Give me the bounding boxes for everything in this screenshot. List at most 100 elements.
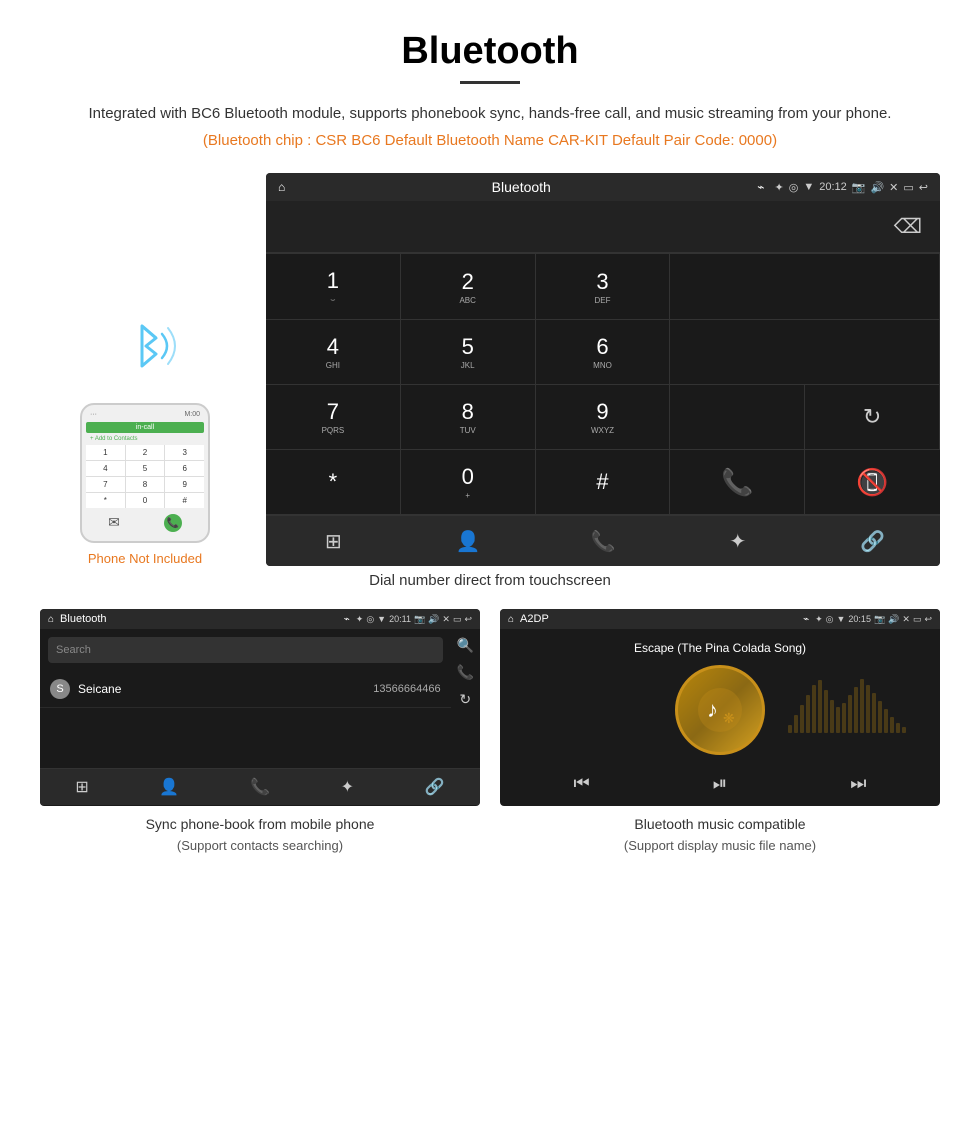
screen-title: Bluetooth — [295, 179, 747, 195]
pb-x-icon: ✕ — [442, 614, 450, 625]
pb-usb-icon: ⌁ — [344, 614, 350, 625]
screen-top-bar: ⌂ Bluetooth ⌁ ✦ ◎ ▼ 20:12 📷 🔊 ✕ ▭ ↩ — [266, 173, 940, 201]
key-0[interactable]: 0+ — [401, 450, 536, 515]
location-icon: ◎ — [789, 181, 799, 194]
music-top-bar: ⌂ A2DP ⌁ ✦ ◎ ▼ 20:15 📷 🔊 ✕ ▭ ↩ — [500, 609, 940, 629]
pb-grid-btn[interactable]: ⊞ — [75, 777, 88, 797]
phonebook-screen: ⌂ Bluetooth ⌁ ✦ ◎ ▼ 20:11 📷 🔊 ✕ ▭ ↩ — [40, 609, 480, 806]
key-1[interactable]: 1⌣ — [266, 254, 401, 320]
pb-home-icon[interactable]: ⌂ — [48, 614, 54, 625]
pb-loc-icon: ◎ — [366, 614, 374, 625]
music-content: Escape (The Pina Colada Song) — [500, 629, 940, 806]
pb-refresh-icon[interactable]: ↻ — [459, 691, 471, 708]
grid-toolbar-btn[interactable]: ⊞ — [313, 526, 353, 556]
phone-mockup-area: ··· M:00 in-call + Add to Contacts 123 4… — [40, 173, 250, 566]
phone-bottom-bar: ✉ 📞 — [86, 511, 204, 535]
key-8[interactable]: 8TUV — [401, 385, 536, 450]
key-4[interactable]: 4GHI — [266, 320, 401, 385]
pb-cam-icon: 📷 — [414, 614, 425, 625]
dial-screen: ⌂ Bluetooth ⌁ ✦ ◎ ▼ 20:12 📷 🔊 ✕ ▭ ↩ ⌫ 1⌣ — [266, 173, 940, 566]
song-title: Escape (The Pina Colada Song) — [634, 641, 806, 655]
pb-phone-btn[interactable]: 📞 — [250, 777, 270, 797]
window-icon: ▭ — [903, 181, 913, 194]
key-star[interactable]: * — [266, 450, 401, 515]
volume-icon: 🔊 — [870, 181, 884, 194]
keypad-grid: 1⌣ 2ABC 3DEF 4GHI 5JKL 6MNO 7PQRS 8TUV 9… — [266, 253, 940, 515]
pb-contacts-btn[interactable]: 👤 — [159, 777, 179, 797]
album-art: ♪ ❋ — [675, 665, 765, 755]
page-title: Bluetooth — [40, 30, 940, 73]
x-icon: ✕ — [889, 181, 898, 194]
key-3[interactable]: 3DEF — [536, 254, 671, 320]
pb-sig-icon: ▼ — [377, 614, 386, 625]
contact-name: Seicane — [78, 682, 373, 696]
call-red-button[interactable]: 📵 — [805, 450, 940, 515]
key-6[interactable]: 6MNO — [536, 320, 671, 385]
home-icon[interactable]: ⌂ — [278, 180, 285, 194]
phonebook-right-icons: 🔍 📞 ↻ — [451, 629, 480, 768]
contact-row[interactable]: S Seicane 13566664466 — [40, 671, 451, 708]
bluetooth-toolbar-btn[interactable]: ✦ — [718, 526, 758, 556]
phone-toolbar-btn[interactable]: 📞 — [583, 526, 623, 556]
pb-call-icon[interactable]: 📞 — [457, 664, 474, 681]
key-9[interactable]: 9WXYZ — [536, 385, 671, 450]
call-green-button[interactable]: 📞 — [670, 450, 805, 515]
music-caption: Bluetooth music compatible (Support disp… — [500, 814, 940, 856]
mu-usb-icon: ⌁ — [803, 614, 809, 625]
bluetooth-status-icon: ✦ — [775, 181, 784, 194]
pb-bt-btn[interactable]: ✦ — [341, 777, 354, 797]
next-button[interactable]: ⏭ — [850, 773, 866, 794]
phone-keypad: 123 456 789 *0# — [86, 445, 204, 508]
pb-back-icon[interactable]: ↩ — [464, 614, 472, 625]
phone-add-contact: + Add to Contacts — [86, 436, 204, 442]
mu-sig-icon: ▼ — [837, 614, 846, 625]
empty-cell-r3c4 — [670, 385, 805, 450]
phone-device-mockup: ··· M:00 in-call + Add to Contacts 123 4… — [80, 403, 210, 543]
empty-cell-r1c4 — [670, 254, 940, 320]
key-5[interactable]: 5JKL — [401, 320, 536, 385]
pb-win-icon: ▭ — [453, 614, 462, 625]
signal-icon: ▼ — [803, 181, 814, 193]
bottom-toolbar: ⊞ 👤 📞 ✦ 🔗 — [266, 515, 940, 566]
back-icon[interactable]: ↩ — [919, 181, 928, 194]
backspace-button[interactable]: ⌫ — [886, 210, 930, 243]
pb-vol-icon: 🔊 — [428, 614, 439, 625]
search-bar[interactable]: Search — [48, 637, 443, 663]
key-7[interactable]: 7PQRS — [266, 385, 401, 450]
specs-text: (Bluetooth chip : CSR BC6 Default Blueto… — [40, 132, 940, 149]
svg-text:❋: ❋ — [723, 710, 735, 726]
bottom-screens-row: ⌂ Bluetooth ⌁ ✦ ◎ ▼ 20:11 📷 🔊 ✕ ▭ ↩ — [40, 609, 940, 856]
contacts-toolbar-btn[interactable]: 👤 — [448, 526, 488, 556]
pb-bottom-toolbar: ⊞ 👤 📞 ✦ 🔗 — [40, 768, 480, 805]
time-display: 20:12 — [819, 181, 847, 193]
key-hash[interactable]: # — [536, 450, 671, 515]
pb-search-icon[interactable]: 🔍 — [457, 637, 474, 654]
bluetooth-waves-icon — [110, 306, 180, 386]
music-screen-block: ⌂ A2DP ⌁ ✦ ◎ ▼ 20:15 📷 🔊 ✕ ▭ ↩ Escape (T… — [500, 609, 940, 856]
link-toolbar-btn[interactable]: 🔗 — [853, 526, 893, 556]
mu-back-icon[interactable]: ↩ — [924, 614, 932, 625]
prev-button[interactable]: ⏮ — [574, 773, 590, 794]
key-2[interactable]: 2ABC — [401, 254, 536, 320]
contact-avatar: S — [50, 679, 70, 699]
pb-link-btn[interactable]: 🔗 — [425, 777, 445, 797]
play-pause-button[interactable]: ⏯ — [713, 773, 727, 794]
mu-x-icon: ✕ — [902, 614, 910, 625]
mu-loc-icon: ◎ — [826, 614, 834, 625]
refresh-button[interactable]: ↻ — [805, 385, 940, 450]
pb-bt-icon: ✦ — [356, 614, 364, 625]
phonebook-top-bar: ⌂ Bluetooth ⌁ ✦ ◎ ▼ 20:11 📷 🔊 ✕ ▭ ↩ — [40, 609, 480, 629]
bluetooth-icon-area — [110, 306, 180, 391]
svg-text:♪: ♪ — [707, 697, 718, 722]
dial-input-row: ⌫ — [266, 201, 940, 253]
subtitle-text: Integrated with BC6 Bluetooth module, su… — [40, 102, 940, 126]
empty-cell-r2c4 — [670, 320, 940, 385]
mu-home-icon[interactable]: ⌂ — [508, 614, 514, 625]
phonebook-screen-block: ⌂ Bluetooth ⌁ ✦ ◎ ▼ 20:11 📷 🔊 ✕ ▭ ↩ — [40, 609, 480, 856]
usb-icon: ⌁ — [757, 180, 764, 194]
music-playback-controls: ⏮ ⏯ ⏭ — [512, 765, 928, 794]
phone-green-header: in-call — [86, 422, 204, 433]
mu-title: A2DP — [520, 613, 797, 625]
title-underline — [460, 81, 520, 84]
phone-call-button[interactable]: 📞 — [164, 514, 182, 532]
